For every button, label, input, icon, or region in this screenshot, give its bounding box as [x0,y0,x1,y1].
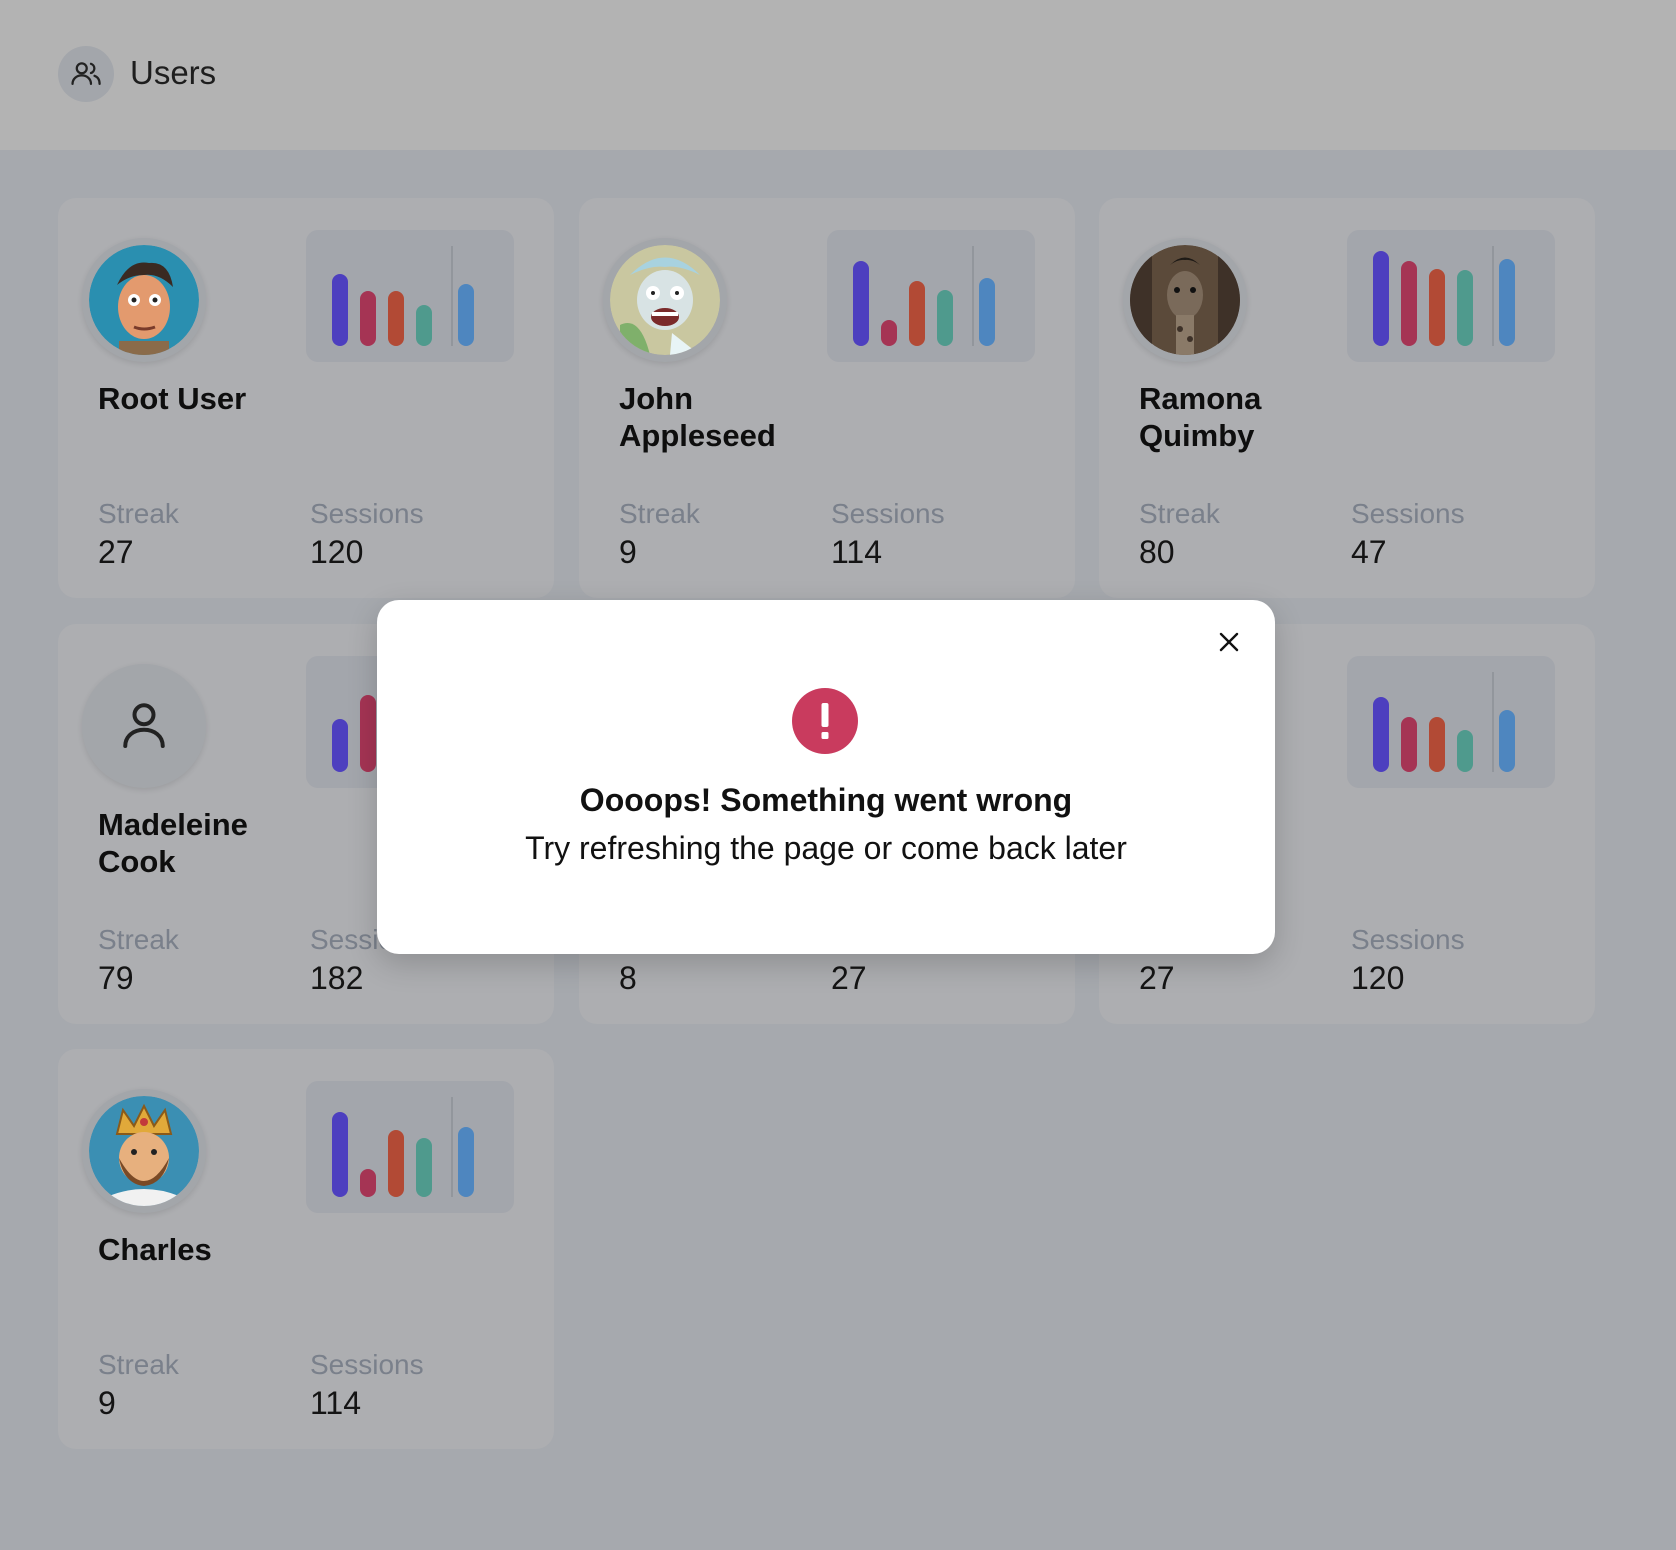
streak-value: 9 [98,1385,116,1421]
chart-bar [332,719,348,772]
cartoon-king-avatar [82,1089,206,1213]
user-name: Charles [98,1232,212,1267]
activity-chart [306,230,514,362]
chart-bar [1457,270,1473,346]
chart-bar [332,274,348,346]
chart-bar [853,261,869,346]
sessions-value: 120 [310,534,364,570]
cartoon-man-avatar [82,238,206,362]
person-placeholder-icon [82,664,206,788]
chart-bar [1373,697,1389,772]
activity-chart [827,230,1035,362]
chart-bar [1499,710,1515,772]
streak-label: Streak [619,498,700,529]
page-title: Users [130,54,217,91]
error-heading: Oooops! Something went wrong [579,782,1073,818]
giraffe-photo-avatar [1123,238,1247,362]
error-message: Try refreshing the page or come back lat… [525,830,1127,866]
chart-bar [458,284,474,346]
error-modal: Oooops! Something went wrong Try refresh… [377,600,1275,954]
user-card[interactable]: Root User Streak 27 Sessions 120 [58,198,554,598]
chart-bar [332,1112,348,1197]
chart-bar [1457,730,1473,772]
user-name: John Appleseed [619,381,776,453]
streak-value: 27 [1139,960,1175,996]
streak-value: 9 [619,534,637,570]
user-card[interactable]: Ramona Quimby Streak 80 Sessions 47 [1099,198,1595,598]
activity-chart [1347,656,1555,788]
chart-bar [1429,717,1445,772]
chart-bar [909,281,925,346]
streak-label: Streak [1139,498,1220,529]
chart-bar [388,291,404,346]
chart-bar [1401,717,1417,772]
streak-label: Streak [98,498,179,529]
streak-value: 27 [98,534,134,570]
user-name: Ramona Quimby [1139,381,1262,453]
sessions-label: Sessions [1351,924,1465,955]
streak-value: 8 [619,960,637,996]
sessions-label: Sessions [1351,498,1465,529]
chart-bar [979,278,995,346]
sessions-value: 114 [310,1385,362,1421]
chart-bar [937,290,953,346]
streak-value: 80 [1139,534,1175,570]
user-card[interactable]: John Appleseed Streak 9 Sessions 114 [579,198,1075,598]
chart-bar [881,320,897,346]
top-bar: Users [0,0,1676,150]
sessions-value: 27 [831,960,867,996]
sessions-value: 182 [310,960,364,996]
user-name: Madeleine Cook [98,807,248,879]
chart-bar [388,1130,404,1197]
user-name: Root User [98,381,247,416]
chart-bar [1429,269,1445,346]
activity-chart [306,1081,514,1213]
streak-value: 79 [98,960,134,996]
user-card[interactable]: Charles Streak 9 Sessions 114 [58,1049,554,1449]
sessions-value: 114 [831,534,883,570]
sessions-label: Sessions [310,498,424,529]
users-icon [58,46,114,102]
sessions-label: Sessions [831,498,945,529]
sessions-value: 47 [1351,534,1387,570]
chart-bar [1401,261,1417,346]
chart-bar [416,305,432,346]
activity-chart [1347,230,1555,362]
streak-label: Streak [98,1349,179,1380]
exclamation-icon [792,688,858,754]
chart-bar [458,1127,474,1197]
chart-bar [1499,259,1515,346]
chart-bar [416,1138,432,1197]
sessions-value: 120 [1351,960,1405,996]
cartoon-scientist-avatar [603,238,727,362]
chart-bar [1373,251,1389,346]
chart-bar [360,291,376,346]
streak-label: Streak [98,924,179,955]
chart-bar [360,1169,376,1197]
sessions-label: Sessions [310,1349,424,1380]
close-icon[interactable] [1215,628,1243,656]
chart-bar [360,695,376,772]
